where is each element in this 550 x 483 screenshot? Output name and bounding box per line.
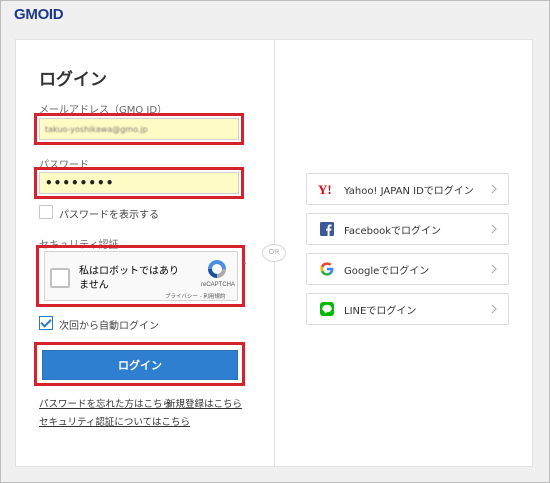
email-value: takuo-yoshikawa@gmo.jp xyxy=(45,124,148,134)
chevron-right-icon xyxy=(491,264,497,274)
line-login-button[interactable]: LINEでログイン xyxy=(306,293,509,325)
svg-text:Y!: Y! xyxy=(318,183,332,195)
recaptcha-icon xyxy=(208,260,226,278)
chevron-right-icon xyxy=(491,184,497,194)
logo-text: GMOID xyxy=(14,6,64,23)
google-login-label: Googleでログイン xyxy=(344,265,430,277)
yahoo-login-button[interactable]: Y! Yahoo! JAPAN IDでログイン xyxy=(306,173,509,205)
yahoo-login-label: Yahoo! JAPAN IDでログイン xyxy=(344,185,474,197)
page-title: ログイン xyxy=(39,70,107,90)
auto-login-checkbox[interactable] xyxy=(39,316,53,330)
recaptcha-terms-link[interactable]: プライバシー - 利用規約 xyxy=(165,292,225,300)
facebook-icon xyxy=(316,222,338,236)
facebook-login-button[interactable]: Facebookでログイン xyxy=(306,213,509,245)
line-login-label: LINEでログイン xyxy=(344,305,417,317)
recaptcha-text: 私はロボットではありません xyxy=(79,266,179,291)
facebook-login-label: Facebookでログイン xyxy=(344,225,441,237)
google-login-button[interactable]: Googleでログイン xyxy=(306,253,509,285)
signup-link[interactable]: 新規登録はこちら xyxy=(166,396,242,410)
recaptcha-brand: reCAPTCHA xyxy=(201,282,236,288)
artifact-dot xyxy=(244,262,246,264)
login-button[interactable]: ログイン xyxy=(42,350,238,380)
show-password-label: パスワードを表示する xyxy=(59,210,159,221)
auto-login-label: 次回から自動ログイン xyxy=(59,321,159,332)
chevron-right-icon xyxy=(491,224,497,234)
email-field[interactable]: takuo-yoshikawa@gmo.jp xyxy=(39,118,239,140)
google-icon xyxy=(316,262,338,276)
show-password-checkbox[interactable] xyxy=(39,205,53,219)
password-value: •••••••• xyxy=(45,176,115,190)
gmo-id-logo: GMOID xyxy=(14,6,64,23)
or-separator: OR xyxy=(262,244,286,262)
chevron-right-icon xyxy=(491,304,497,314)
forgot-password-link[interactable]: パスワードを忘れた方はこちら xyxy=(39,396,172,410)
recaptcha-checkbox[interactable] xyxy=(50,268,70,288)
security-info-link[interactable]: セキュリティ認証についてはこちら xyxy=(39,414,190,428)
line-icon xyxy=(316,302,338,316)
yahoo-icon: Y! xyxy=(316,183,338,195)
password-field[interactable]: •••••••• xyxy=(39,172,239,194)
recaptcha-widget: 私はロボットではありません reCAPTCHA プライバシー - 利用規約 xyxy=(44,251,238,301)
